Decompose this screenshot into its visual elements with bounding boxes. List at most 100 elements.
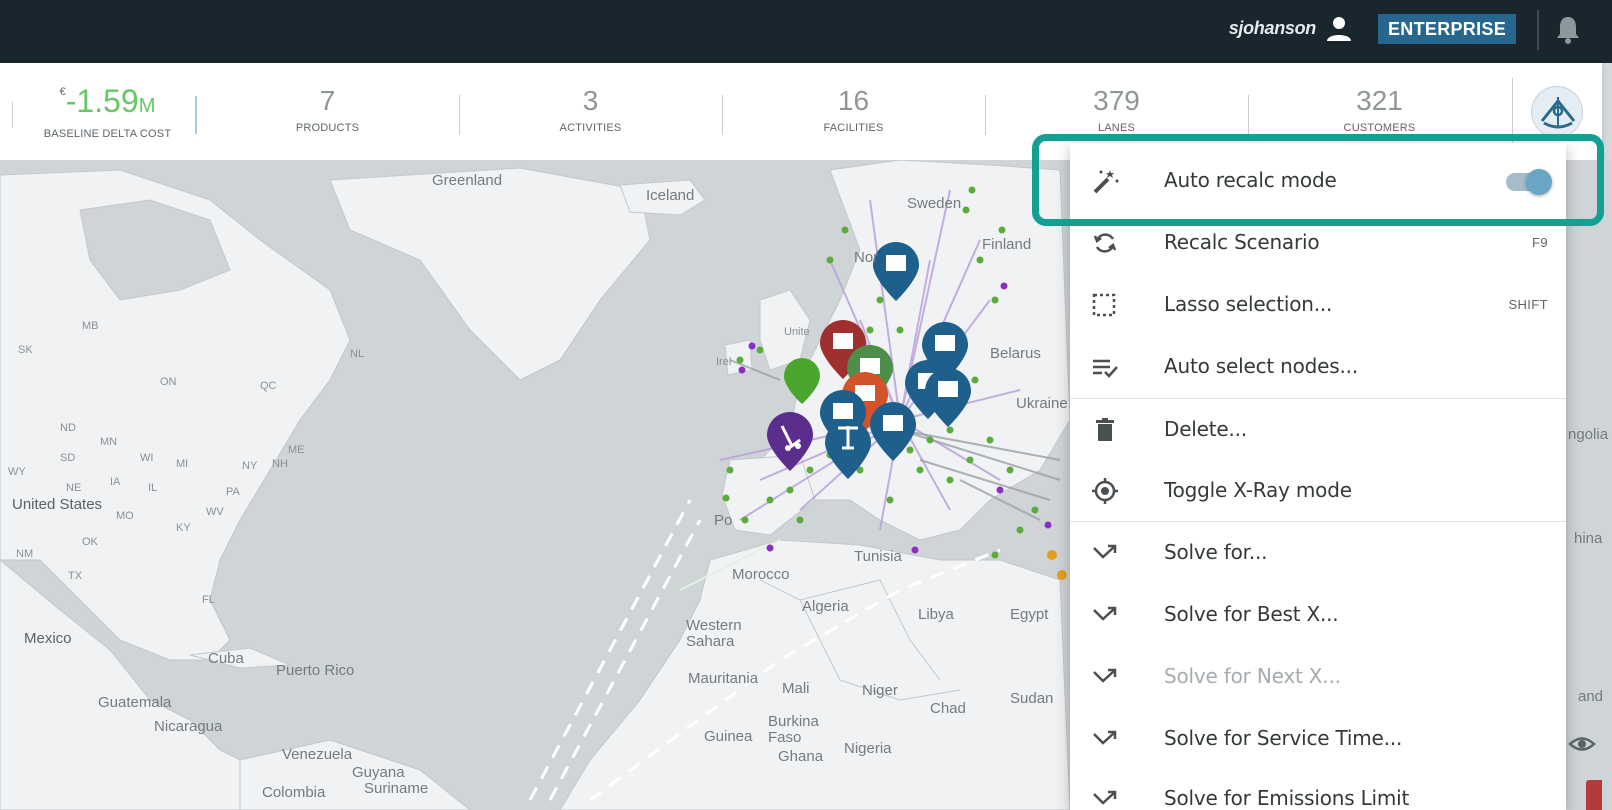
menu-item-label: Lasso selection... bbox=[1164, 292, 1333, 316]
kpi-left-divider bbox=[12, 102, 13, 128]
map-label-guinea: Guinea bbox=[704, 728, 753, 745]
menu-item-delete[interactable]: Delete... bbox=[1070, 398, 1566, 460]
state-label: WV bbox=[206, 506, 224, 518]
map-label-sudan: Sudan bbox=[1010, 690, 1054, 707]
kpi-cost-value: €-1.59M bbox=[59, 83, 156, 119]
map-label-guyana: Guyana bbox=[352, 764, 405, 781]
menu-item-label: Auto select nodes... bbox=[1164, 354, 1358, 378]
map-label-iceland: Iceland bbox=[646, 187, 695, 204]
menu-item-label: Solve for Next X... bbox=[1164, 664, 1341, 688]
trend-icon bbox=[1093, 790, 1117, 805]
state-label: OK bbox=[82, 536, 98, 548]
menu-item-label: Delete... bbox=[1164, 417, 1247, 441]
target-icon bbox=[1092, 478, 1118, 504]
shortcut-hint: F9 bbox=[1532, 235, 1548, 250]
state-label: WI bbox=[140, 452, 154, 464]
map-label-norway: Nor bbox=[854, 249, 879, 266]
kpi-cost-accent bbox=[195, 96, 197, 134]
map-label-china: hina bbox=[1574, 530, 1603, 547]
menu-item-lasso-selection[interactable]: Lasso selection... SHIFT bbox=[1070, 273, 1566, 335]
menu-item-solve-best-x[interactable]: Solve for Best X... bbox=[1070, 583, 1566, 645]
sextant-icon bbox=[1540, 97, 1576, 129]
trend-icon bbox=[1093, 606, 1117, 621]
map-context-menu: Auto recalc mode Recalc Scenario F9 Lass… bbox=[1070, 143, 1566, 810]
topbar-divider bbox=[1537, 10, 1539, 50]
menu-item-solve-emissions[interactable]: Solve for Emissions Limit bbox=[1070, 767, 1566, 810]
trash-icon bbox=[1096, 418, 1114, 441]
shortcut-hint: SHIFT bbox=[1508, 297, 1548, 312]
kpi-customers-label: CUSTOMERS bbox=[1343, 122, 1416, 134]
map-label-united-states: United States bbox=[12, 496, 103, 513]
kpi-lanes-value: 379 bbox=[1093, 85, 1140, 116]
state-label: TX bbox=[68, 570, 83, 582]
refresh-icon bbox=[1093, 233, 1117, 253]
map-label-libya: Libya bbox=[918, 606, 954, 623]
kpi-facilities-value: 16 bbox=[837, 85, 870, 116]
username[interactable]: sjohanson bbox=[1229, 18, 1317, 39]
state-label: ON bbox=[160, 376, 177, 388]
state-label: SK bbox=[18, 344, 33, 356]
state-label: WY bbox=[8, 466, 26, 478]
map-label-greenland: Greenland bbox=[432, 172, 503, 189]
map-label-ukraine: Ukraine bbox=[1016, 395, 1068, 412]
menu-item-solve-next-x: Solve for Next X... bbox=[1070, 645, 1566, 707]
kpi-baseline-delta-cost[interactable]: €-1.59M BASELINE DELTA COST bbox=[30, 63, 185, 160]
user-icon[interactable] bbox=[1324, 14, 1354, 44]
menu-item-solve-for[interactable]: Solve for... bbox=[1070, 521, 1566, 583]
auto-recalc-highlight bbox=[1032, 134, 1604, 226]
kpi-divider bbox=[1248, 95, 1249, 135]
kpi-divider bbox=[985, 95, 986, 135]
eye-icon[interactable] bbox=[1568, 730, 1596, 758]
bell-icon[interactable] bbox=[1553, 14, 1583, 46]
map-label-belarus: Belarus bbox=[990, 345, 1041, 362]
map-label-mexico: Mexico bbox=[24, 630, 72, 647]
map-label-suriname: Suriname bbox=[364, 780, 429, 797]
kpi-cost-label: BASELINE DELTA COST bbox=[43, 128, 172, 140]
menu-item-solve-service-time[interactable]: Solve for Service Time... bbox=[1070, 707, 1566, 769]
map-label-nicaragua: Nicaragua bbox=[154, 718, 223, 735]
kpi-activities-label: ACTIVITIES bbox=[559, 122, 622, 134]
menu-item-label: Recalc Scenario bbox=[1164, 230, 1320, 254]
map-label-ghana: Ghana bbox=[778, 748, 824, 765]
map-label-chad: Chad bbox=[930, 700, 966, 717]
map-label-niger: Niger bbox=[862, 682, 898, 699]
state-label: MI bbox=[176, 458, 189, 470]
map-label-nigeria: Nigeria bbox=[844, 740, 892, 757]
kpi-activities-value: 3 bbox=[582, 85, 599, 116]
state-label: FL bbox=[202, 594, 215, 606]
map-label-colombia: Colombia bbox=[262, 784, 326, 801]
side-panel-tab[interactable] bbox=[1586, 780, 1602, 810]
map-label-cuba: Cuba bbox=[208, 650, 244, 667]
kpi-products[interactable]: 7 PRODUCTS bbox=[240, 63, 415, 160]
trend-icon bbox=[1093, 730, 1117, 745]
state-label: NH bbox=[272, 458, 288, 470]
menu-item-label: Solve for Service Time... bbox=[1164, 726, 1403, 750]
list-check-icon bbox=[1093, 359, 1118, 378]
state-label: IL bbox=[148, 482, 158, 494]
map-label-tunisia: Tunisia bbox=[854, 548, 902, 565]
trend-icon bbox=[1093, 544, 1117, 559]
menu-item-label: Solve for Emissions Limit bbox=[1164, 786, 1410, 810]
state-label: NM bbox=[16, 548, 34, 560]
menu-item-label: Solve for Best X... bbox=[1164, 602, 1339, 626]
state-label: QC bbox=[260, 380, 277, 392]
state-label: NY bbox=[242, 460, 258, 472]
kpi-activities[interactable]: 3 ACTIVITIES bbox=[503, 63, 678, 160]
state-label: KY bbox=[176, 522, 191, 534]
map-label-venezuela: Venezuela bbox=[282, 746, 353, 763]
map-label-guatemala: Guatemala bbox=[98, 694, 172, 711]
kpi-divider bbox=[722, 95, 723, 135]
state-label: NL bbox=[350, 348, 365, 360]
menu-item-toggle-xray[interactable]: Toggle X-Ray mode bbox=[1070, 459, 1566, 521]
menu-item-auto-select-nodes[interactable]: Auto select nodes... bbox=[1070, 335, 1566, 397]
map-label-western-sahara: Western Sahara bbox=[686, 617, 742, 650]
map-label-mauritania: Mauritania bbox=[688, 670, 759, 687]
map-label-algeria: Algeria bbox=[802, 598, 849, 615]
state-label: ME bbox=[288, 444, 305, 456]
map-label-land: and bbox=[1578, 688, 1604, 705]
map-label-egypt: Egypt bbox=[1010, 606, 1049, 623]
kpi-facilities[interactable]: 16 FACILITIES bbox=[766, 63, 941, 160]
state-label: ND bbox=[60, 422, 76, 434]
scenario-avatar[interactable] bbox=[1531, 86, 1583, 138]
state-label: MN bbox=[100, 436, 118, 448]
